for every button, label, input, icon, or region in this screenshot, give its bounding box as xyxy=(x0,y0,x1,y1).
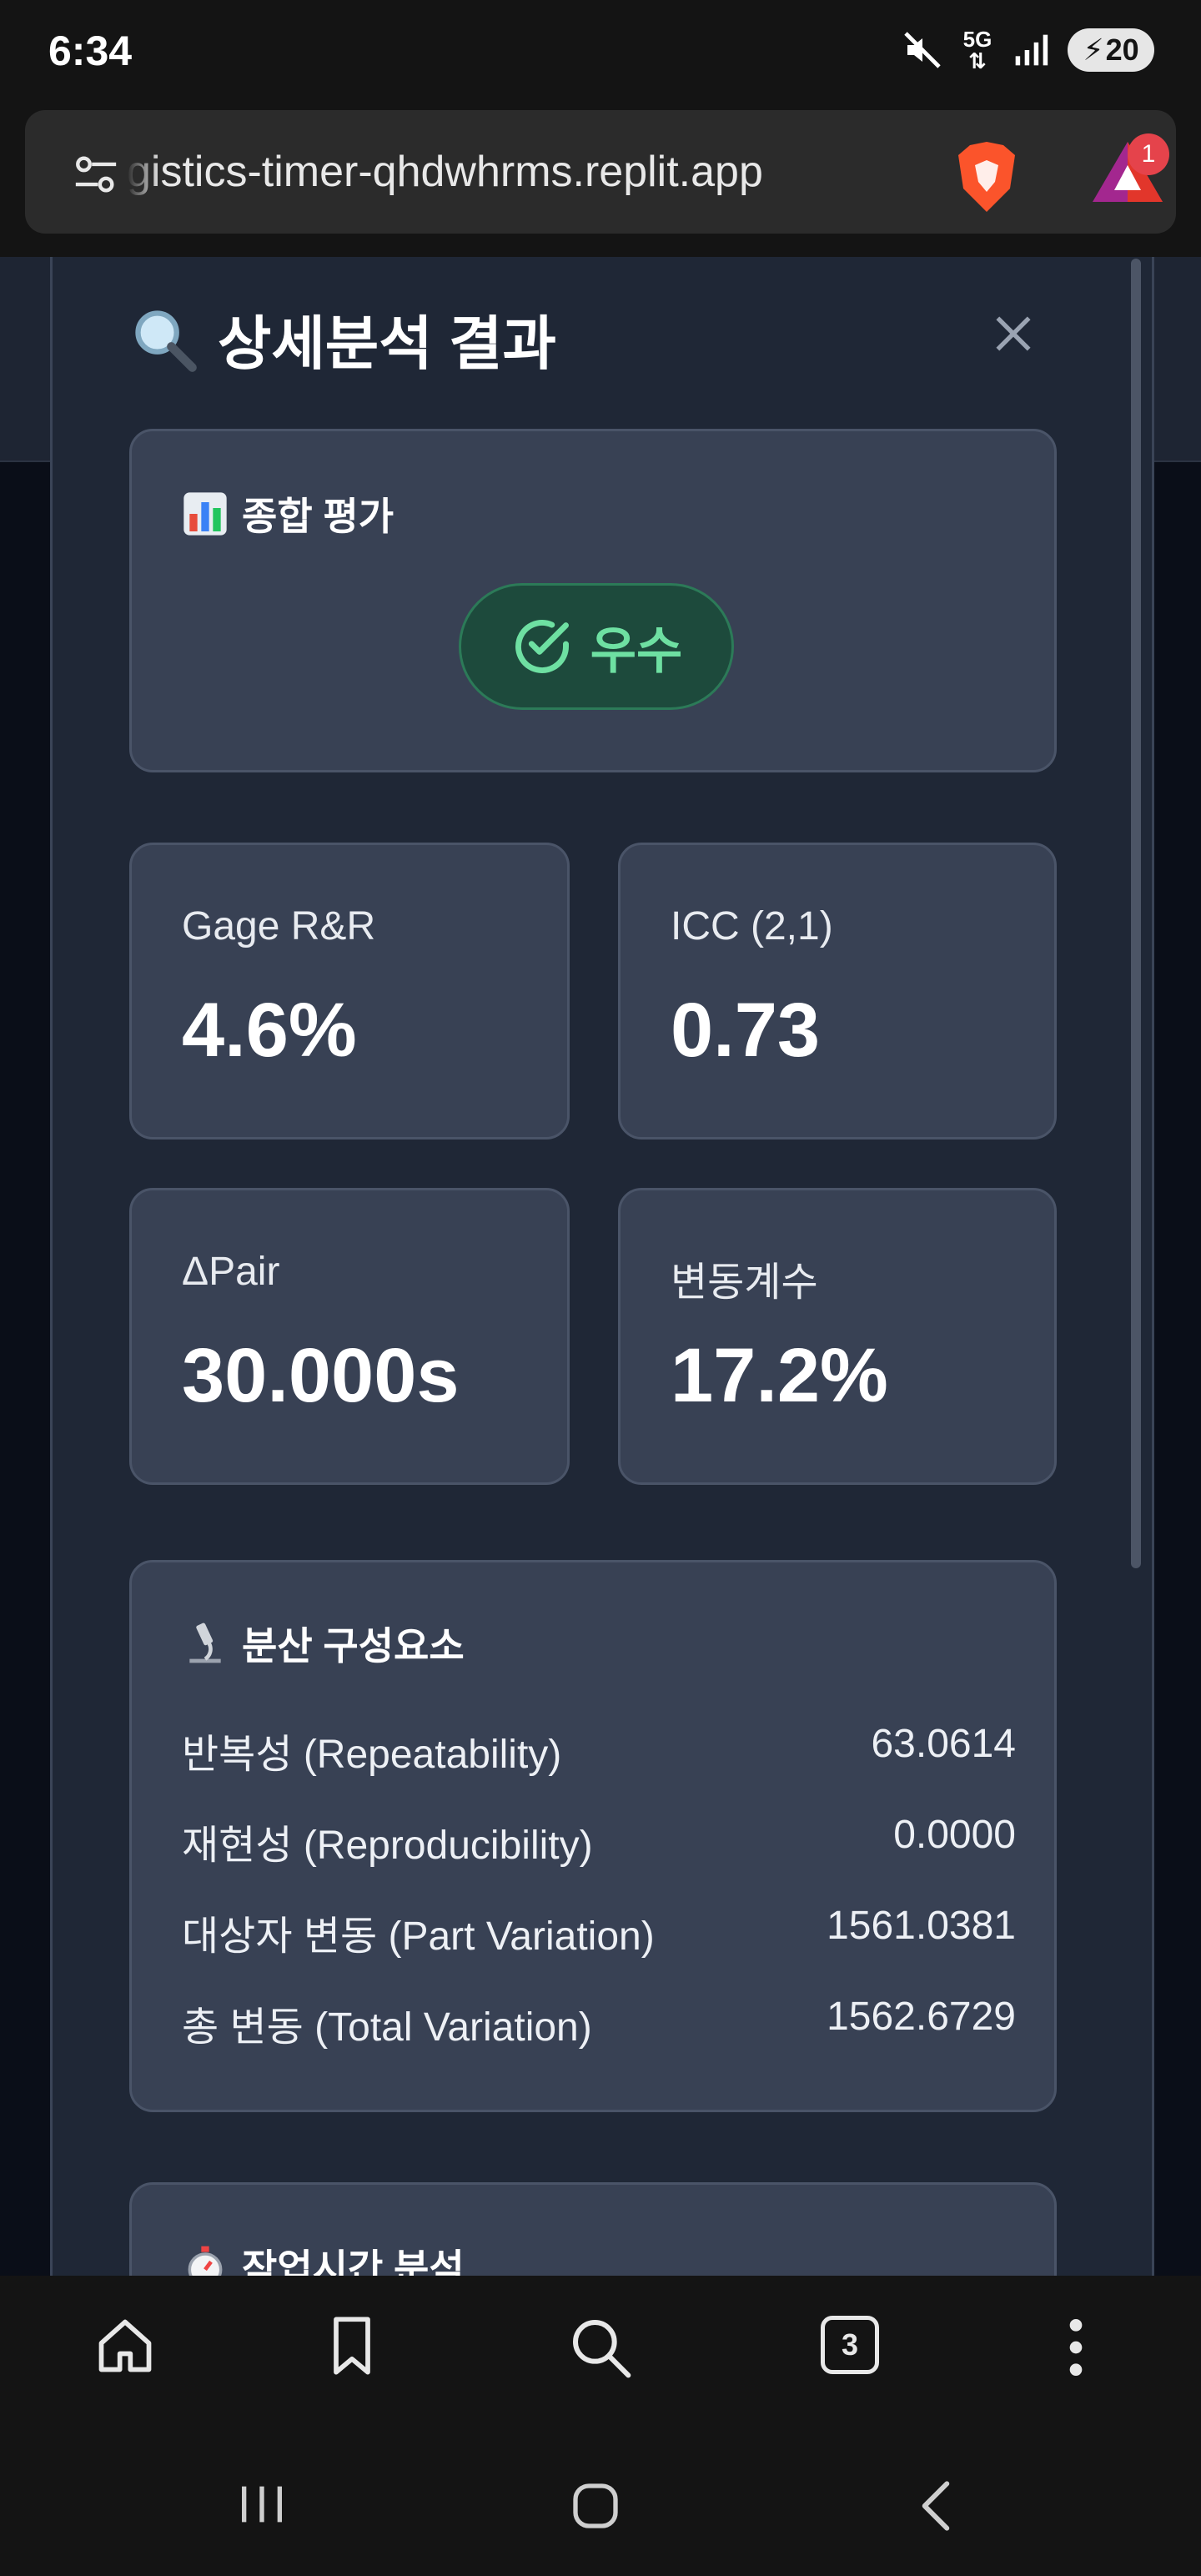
more-menu-icon[interactable] xyxy=(1059,2314,1093,2381)
work-time-heading-text: 작업시간 분석 xyxy=(242,2246,465,2276)
variance-row: 재현성 (Reproducibility) 0.0000 xyxy=(182,1812,1016,1870)
mute-icon xyxy=(904,32,941,68)
metric-card-cv: 변동계수 17.2% xyxy=(618,1188,1057,1485)
variance-row-value: 63.0614 xyxy=(871,1722,1016,1766)
variance-row-label: 반복성 (Repeatability) xyxy=(182,1733,562,1777)
modal-title: 상세분석 결과 xyxy=(129,297,556,381)
variance-row-label: 대상자 변동 (Part Variation) xyxy=(182,1914,655,1959)
metric-value: 4.6% xyxy=(182,988,357,1073)
home-button-icon[interactable] xyxy=(569,2479,622,2533)
grade-text: 우수 xyxy=(590,622,683,679)
variance-row-value: 1561.0381 xyxy=(827,1904,1016,1948)
metric-label: ICC (2,1) xyxy=(671,904,833,948)
metric-value: 17.2% xyxy=(671,1333,888,1418)
browser-toolbar: gistics-timer-qhdwhrms.replit.app 1 xyxy=(0,107,1201,257)
metric-label: ΔPair xyxy=(182,1250,280,1294)
variance-heading: 분산 구성요소 xyxy=(182,1616,465,1671)
variance-row-label: 재현성 (Reproducibility) xyxy=(182,1824,593,1868)
bookmark-icon[interactable] xyxy=(320,2314,384,2377)
variance-row-value: 1562.6729 xyxy=(827,1995,1016,2039)
status-time: 6:34 xyxy=(48,28,133,74)
back-icon[interactable] xyxy=(912,2479,959,2533)
variance-row-label: 총 변동 (Total Variation) xyxy=(182,2005,592,2050)
overall-heading: 종합 평가 xyxy=(182,486,394,541)
microscope-icon xyxy=(189,1623,221,1663)
bar-chart-icon xyxy=(183,492,227,536)
overall-heading-text: 종합 평가 xyxy=(242,495,394,538)
tabs-button[interactable]: 3 xyxy=(821,2316,879,2374)
charging-icon: ⚡ xyxy=(1083,33,1104,67)
modal-title-text: 상세분석 결과 xyxy=(218,311,556,376)
recent-apps-icon[interactable] xyxy=(235,2481,289,2528)
grade-badge: 우수 xyxy=(459,583,734,710)
rewards-badge: 1 xyxy=(1128,133,1169,175)
search-icon[interactable] xyxy=(567,2314,634,2381)
battery-indicator: ⚡ 20 xyxy=(1068,28,1154,72)
variance-row-value: 0.0000 xyxy=(893,1813,1016,1857)
work-time-card: 작업시간 분석 xyxy=(129,2182,1057,2276)
variance-heading-text: 분산 구성요소 xyxy=(242,1624,465,1668)
network-5g-icon: 5G ⇅ xyxy=(962,27,992,73)
signal-icon xyxy=(1015,34,1048,66)
browser-bottom-nav: 3 xyxy=(0,2276,1201,2426)
close-icon[interactable] xyxy=(987,307,1040,360)
overall-card: 종합 평가 우수 xyxy=(129,429,1057,772)
metric-card-gage-rr: Gage R&R 4.6% xyxy=(129,843,570,1140)
url-fade xyxy=(127,143,160,202)
metric-card-icc: ICC (2,1) 0.73 xyxy=(618,843,1057,1140)
home-icon[interactable] xyxy=(93,2314,157,2377)
battery-level: 20 xyxy=(1105,33,1139,67)
site-settings-icon[interactable] xyxy=(72,150,120,199)
metric-label: 변동계수 xyxy=(671,1260,818,1305)
variance-card: 분산 구성요소 반복성 (Repeatability) 63.0614 재현성 … xyxy=(129,1560,1057,2112)
metric-label: Gage R&R xyxy=(182,904,376,948)
metric-value: 30.000s xyxy=(182,1333,460,1418)
brave-shields-icon[interactable] xyxy=(952,138,1021,215)
url-text[interactable]: gistics-timer-qhdwhrms.replit.app xyxy=(127,147,927,197)
check-circle-icon xyxy=(515,620,569,673)
metric-card-delta-pair: ΔPair 30.000s xyxy=(129,1188,570,1485)
status-bar: 6:34 5G ⇅ ⚡ 20 xyxy=(0,0,1201,107)
metric-value: 0.73 xyxy=(671,988,821,1073)
network-label: 5G xyxy=(962,27,992,52)
modal-scrollbar[interactable] xyxy=(1131,259,1141,1568)
analysis-modal: 상세분석 결과 종합 평가 우수 Gage R&R 4.6% ICC (2,1)… xyxy=(50,257,1154,2276)
system-nav-bar xyxy=(0,2426,1201,2576)
status-icons: 5G ⇅ ⚡ 20 xyxy=(902,28,1154,72)
address-bar[interactable]: gistics-timer-qhdwhrms.replit.app 1 xyxy=(25,110,1176,234)
work-time-heading: 작업시간 분석 xyxy=(182,2238,465,2276)
stopwatch-icon xyxy=(188,2246,223,2276)
variance-row: 대상자 변동 (Part Variation) 1561.0381 xyxy=(182,1903,1016,1961)
magnifier-icon xyxy=(135,309,197,372)
variance-row: 총 변동 (Total Variation) 1562.6729 xyxy=(182,1994,1016,2052)
variance-row: 반복성 (Repeatability) 63.0614 xyxy=(182,1721,1016,1779)
